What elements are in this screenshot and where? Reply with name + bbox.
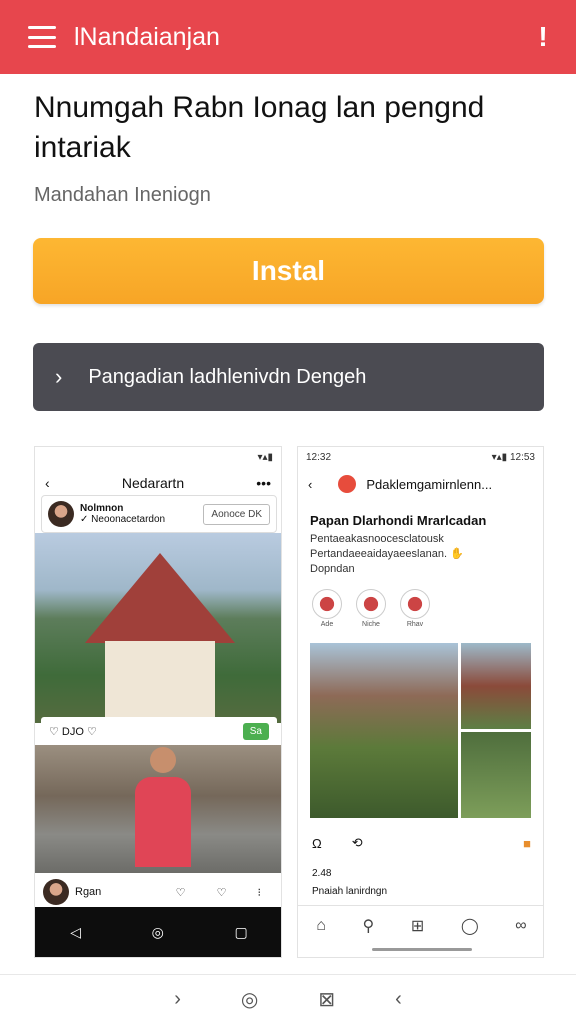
chevron-right-icon: › (55, 364, 63, 389)
post-footer: Rgan ♡ ♡ ⁝ (35, 875, 281, 909)
profile-subtitle: ✓ Neoonacetardon (80, 514, 166, 525)
home-icon: ⌂ (316, 916, 326, 934)
post-actions: Ω ⟲ ■ (298, 825, 543, 861)
bookmark-icon: ■ (523, 835, 531, 851)
post-text-line: Pertandaeeaidayaeeslanan. ✋ (310, 548, 464, 560)
footer-icons: ♡ ♡ ⁝ (175, 886, 275, 899)
post-text-line: Pentaeakasnoocesclatousk (310, 533, 444, 545)
profile-name: Nolmnon (80, 503, 124, 514)
temple-building (105, 641, 215, 723)
story-avatar (312, 589, 342, 619)
home-icon: ◎ (151, 923, 164, 940)
alert-icon[interactable]: ! (532, 21, 554, 53)
forward-icon[interactable]: › (174, 988, 181, 1011)
add-icon: ⊞ (410, 917, 425, 935)
story-item: Rhav (400, 589, 430, 628)
gesture-bar (372, 948, 472, 951)
profile-icon: ∞ (515, 916, 527, 934)
menu-icon[interactable] (28, 26, 56, 48)
status-icons: ▾▴▮ (257, 451, 273, 463)
photo-grid (310, 643, 532, 818)
back-icon[interactable]: ‹ (395, 988, 402, 1011)
install-button[interactable]: Instal (33, 238, 544, 304)
likes-count: 2.48 (312, 868, 332, 879)
status-icons: ▾▴▮ 12:53 (491, 451, 535, 463)
more-icon: ••• (256, 475, 271, 491)
likes-summary: 2.48 Pnaiah lanirdngn (312, 865, 387, 901)
search-icon: ⚲ (362, 917, 375, 935)
home-icon[interactable]: ◎ (241, 987, 258, 1012)
back-icon: ◁ (70, 923, 82, 940)
story-avatar (356, 589, 386, 619)
share-label: Pangadian ladhlenivdn Dengeh (88, 365, 367, 388)
tab-bar: ⌂ ⚲ ⊞ ◯ ∞ (298, 905, 543, 945)
recents-icon: ▢ (234, 923, 248, 940)
story-row: Ade Niche Rhav (298, 577, 543, 640)
avatar (48, 501, 74, 527)
page-name: Pdaklemgamirnlenn... (366, 476, 493, 492)
avatar (43, 879, 69, 905)
developer-name[interactable]: Mandahan Ineniogn (34, 184, 211, 207)
screen-title: Nedarartn (121, 475, 185, 491)
screen-nav: ‹ Pdaklemgamirnlenn... (298, 467, 543, 501)
grid-photo (461, 732, 531, 818)
page-logo-icon (338, 475, 357, 493)
post-text-line: Dopndan (310, 563, 355, 575)
app-screenshot-2[interactable]: 12:32 ▾▴▮ 12:53 ‹ Pdaklemgamirnlenn... P… (297, 446, 544, 958)
screenshot-icon[interactable]: ⊠ (318, 987, 335, 1012)
back-icon: ‹ (308, 476, 313, 492)
footer-name: Rgan (75, 886, 102, 898)
story-item: Ade (312, 589, 342, 628)
app-title: lNandaianjan (74, 22, 220, 51)
grid-photo (461, 643, 531, 729)
bottom-nav-bar: › ◎ ⊠ ‹ (0, 974, 576, 1024)
story-item: Niche (356, 589, 386, 628)
share-row[interactable]: › Pangadian ladhlenivdn Dengeh (33, 343, 544, 411)
activity-icon: ◯ (460, 917, 479, 935)
status-bar: 12:32 ▾▴▮ 12:53 (298, 447, 543, 467)
grid-photo (310, 643, 458, 818)
story-avatar (400, 589, 430, 619)
reaction-bar: ♡ DJO ♡ Sa (41, 717, 277, 745)
page-headline: Nnumgah Rabn Ionag lan pengnd intariak (34, 91, 485, 164)
post-title: Papan Dlarhondi Mrarlcadan (310, 513, 487, 528)
system-nav-bar: ◁ ◎ ▢ (35, 907, 281, 957)
share-icon: ⟲ (351, 835, 363, 850)
comment-icon: Ω (312, 835, 322, 851)
app-screenshot-1[interactable]: ▾▴▮ ‹ Nedarartn ••• Nolmnon ✓ Neoonaceta… (34, 446, 282, 958)
follow-button: Aonoce DK (203, 503, 270, 525)
app-bar: lNandaianjan ! (0, 0, 576, 74)
status-bar: ▾▴▮ (35, 447, 281, 467)
profile-card: Nolmnon ✓ Neoonacetardon Aonoce DK (41, 495, 277, 533)
reaction-badge: Sa (242, 722, 269, 740)
status-time: 12:32 (306, 451, 332, 463)
temple-roof (85, 553, 235, 643)
person-figure (135, 747, 191, 873)
temple-photo (35, 533, 281, 723)
reaction-count: ♡ DJO ♡ (49, 725, 97, 738)
likes-text: Pnaiah lanirdngn (312, 886, 388, 897)
